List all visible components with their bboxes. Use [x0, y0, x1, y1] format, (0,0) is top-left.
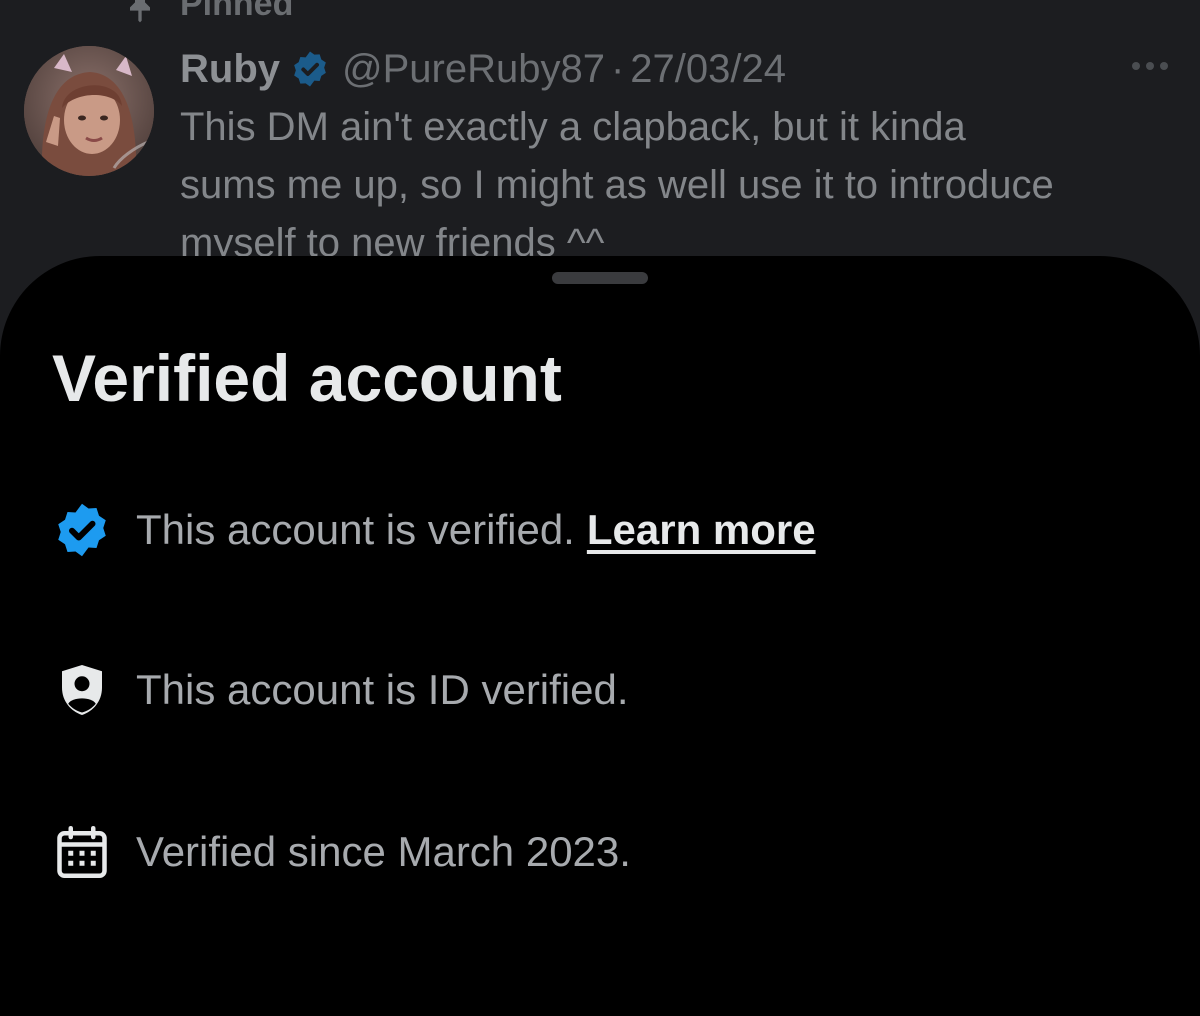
sheet-grabber-handle[interactable]: [552, 272, 648, 284]
tweet-header: Ruby @PureRuby87 · 27/03/24: [180, 44, 786, 94]
id-verified-row: This account is ID verified.: [52, 660, 629, 720]
id-shield-icon: [52, 660, 112, 720]
pinned-indicator: Pinned: [120, 0, 293, 24]
learn-more-link[interactable]: Learn more: [587, 506, 816, 554]
tweet-text: This DM ain't exactly a clapback, but it…: [180, 105, 1054, 265]
verified-since-row: Verified since March 2023.: [52, 822, 631, 882]
avatar[interactable]: [24, 46, 154, 176]
verified-account-sheet: Verified account This account is verifie…: [0, 256, 1200, 1016]
verified-row: This account is verified. Learn more: [52, 500, 816, 560]
calendar-icon: [52, 822, 112, 882]
author-name[interactable]: Ruby: [180, 47, 280, 92]
tweet-date[interactable]: 27/03/24: [630, 47, 786, 92]
verified-since-text: Verified since March 2023.: [136, 828, 631, 875]
verified-text: This account is verified.: [136, 506, 575, 553]
pinned-label: Pinned: [180, 0, 294, 23]
more-horizontal-icon[interactable]: [1130, 58, 1170, 74]
author-handle[interactable]: @PureRuby87: [342, 47, 605, 92]
sheet-title: Verified account: [52, 341, 562, 415]
verified-badge-icon[interactable]: [290, 49, 330, 89]
id-verified-text: This account is ID verified.: [136, 666, 629, 713]
verified-badge-icon: [52, 500, 112, 560]
pinned-tweet: Pinned Ruby @PureRuby87 · 27/03/24 This …: [0, 0, 1200, 300]
pin-icon: [130, 0, 150, 23]
meta-separator: ·: [610, 46, 625, 91]
avatar-image: [24, 46, 154, 176]
